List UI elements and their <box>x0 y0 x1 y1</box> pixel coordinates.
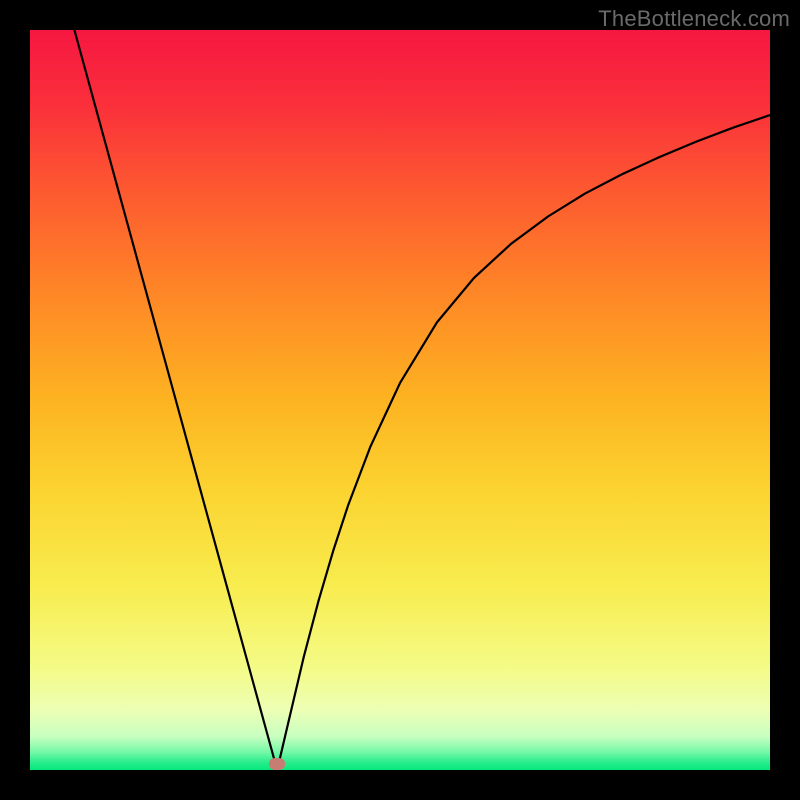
watermark-text: TheBottleneck.com <box>598 6 790 32</box>
optimum-marker <box>269 758 285 770</box>
curve-line <box>74 30 770 770</box>
plot-area <box>30 30 770 770</box>
curve-layer <box>30 30 770 770</box>
chart-frame: TheBottleneck.com <box>0 0 800 800</box>
